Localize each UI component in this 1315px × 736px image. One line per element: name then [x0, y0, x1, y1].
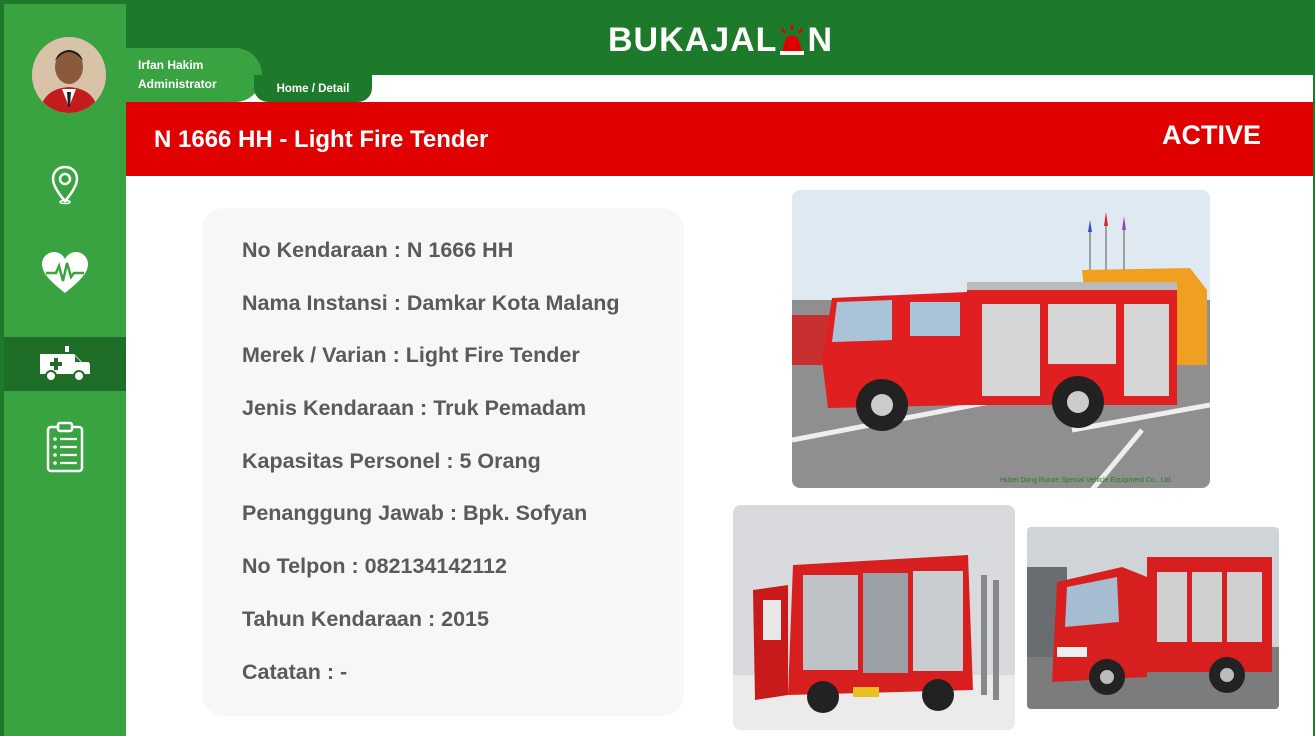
detail-row: Penanggung Jawab : Bpk. Sofyan — [242, 501, 588, 525]
breadcrumb[interactable]: Home / Detail — [254, 75, 372, 102]
user-name: Irfan Hakim — [138, 58, 204, 72]
vehicle-details-card: No Kendaraan : N 1666 HH Nama Instansi :… — [202, 208, 684, 716]
title-bar: N 1666 HH - Light Fire Tender ACTIVE — [126, 102, 1313, 176]
vehicle-photo-rear[interactable] — [733, 505, 1015, 730]
siren-icon — [780, 25, 805, 55]
nav-health[interactable] — [4, 246, 126, 300]
detail-row: Jenis Kendaraan : Truk Pemadam — [242, 396, 587, 420]
app-logo: BUKAJAL N — [608, 20, 833, 60]
vehicle-photo-side[interactable] — [1027, 527, 1279, 709]
page-title: N 1666 HH - Light Fire Tender — [154, 126, 489, 153]
vehicle-photo-main[interactable]: Hubei Dong Runze Special Vehicle Equipme… — [792, 190, 1210, 488]
logo-text-end: N — [807, 20, 834, 59]
detail-row: Tahun Kendaraan : 2015 — [242, 607, 489, 631]
nav-reports[interactable] — [4, 420, 126, 474]
detail-row: Nama Instansi : Damkar Kota Malang — [242, 291, 620, 315]
location-pin-icon — [51, 165, 79, 205]
nav-location[interactable] — [4, 158, 126, 212]
app-frame: BUKAJAL N Irfan Hakim Administrator Home… — [4, 4, 1313, 736]
status-badge: ACTIVE — [1161, 120, 1261, 150]
detail-row: Kapasitas Personel : 5 Orang — [242, 449, 541, 473]
logo-text: BUKAJAL — [608, 20, 778, 59]
top-bar: BUKAJAL N — [126, 4, 1313, 75]
heart-pulse-icon — [42, 252, 88, 293]
user-panel: Irfan Hakim Administrator — [126, 48, 262, 102]
clipboard-list-icon — [46, 421, 84, 473]
detail-row: Merek / Varian : Light Fire Tender — [242, 343, 580, 367]
detail-row: No Kendaraan : N 1666 HH — [242, 238, 514, 262]
photo-watermark: Hubei Dong Runze Special Vehicle Equipme… — [1000, 477, 1172, 484]
nav-vehicles[interactable] — [4, 337, 126, 391]
detail-row: No Telpon : 082134142112 — [242, 554, 507, 578]
avatar[interactable] — [32, 37, 106, 113]
user-role: Administrator — [138, 77, 217, 91]
sidebar — [4, 4, 126, 736]
detail-row: Catatan : - — [242, 660, 348, 684]
ambulance-icon — [40, 346, 90, 382]
